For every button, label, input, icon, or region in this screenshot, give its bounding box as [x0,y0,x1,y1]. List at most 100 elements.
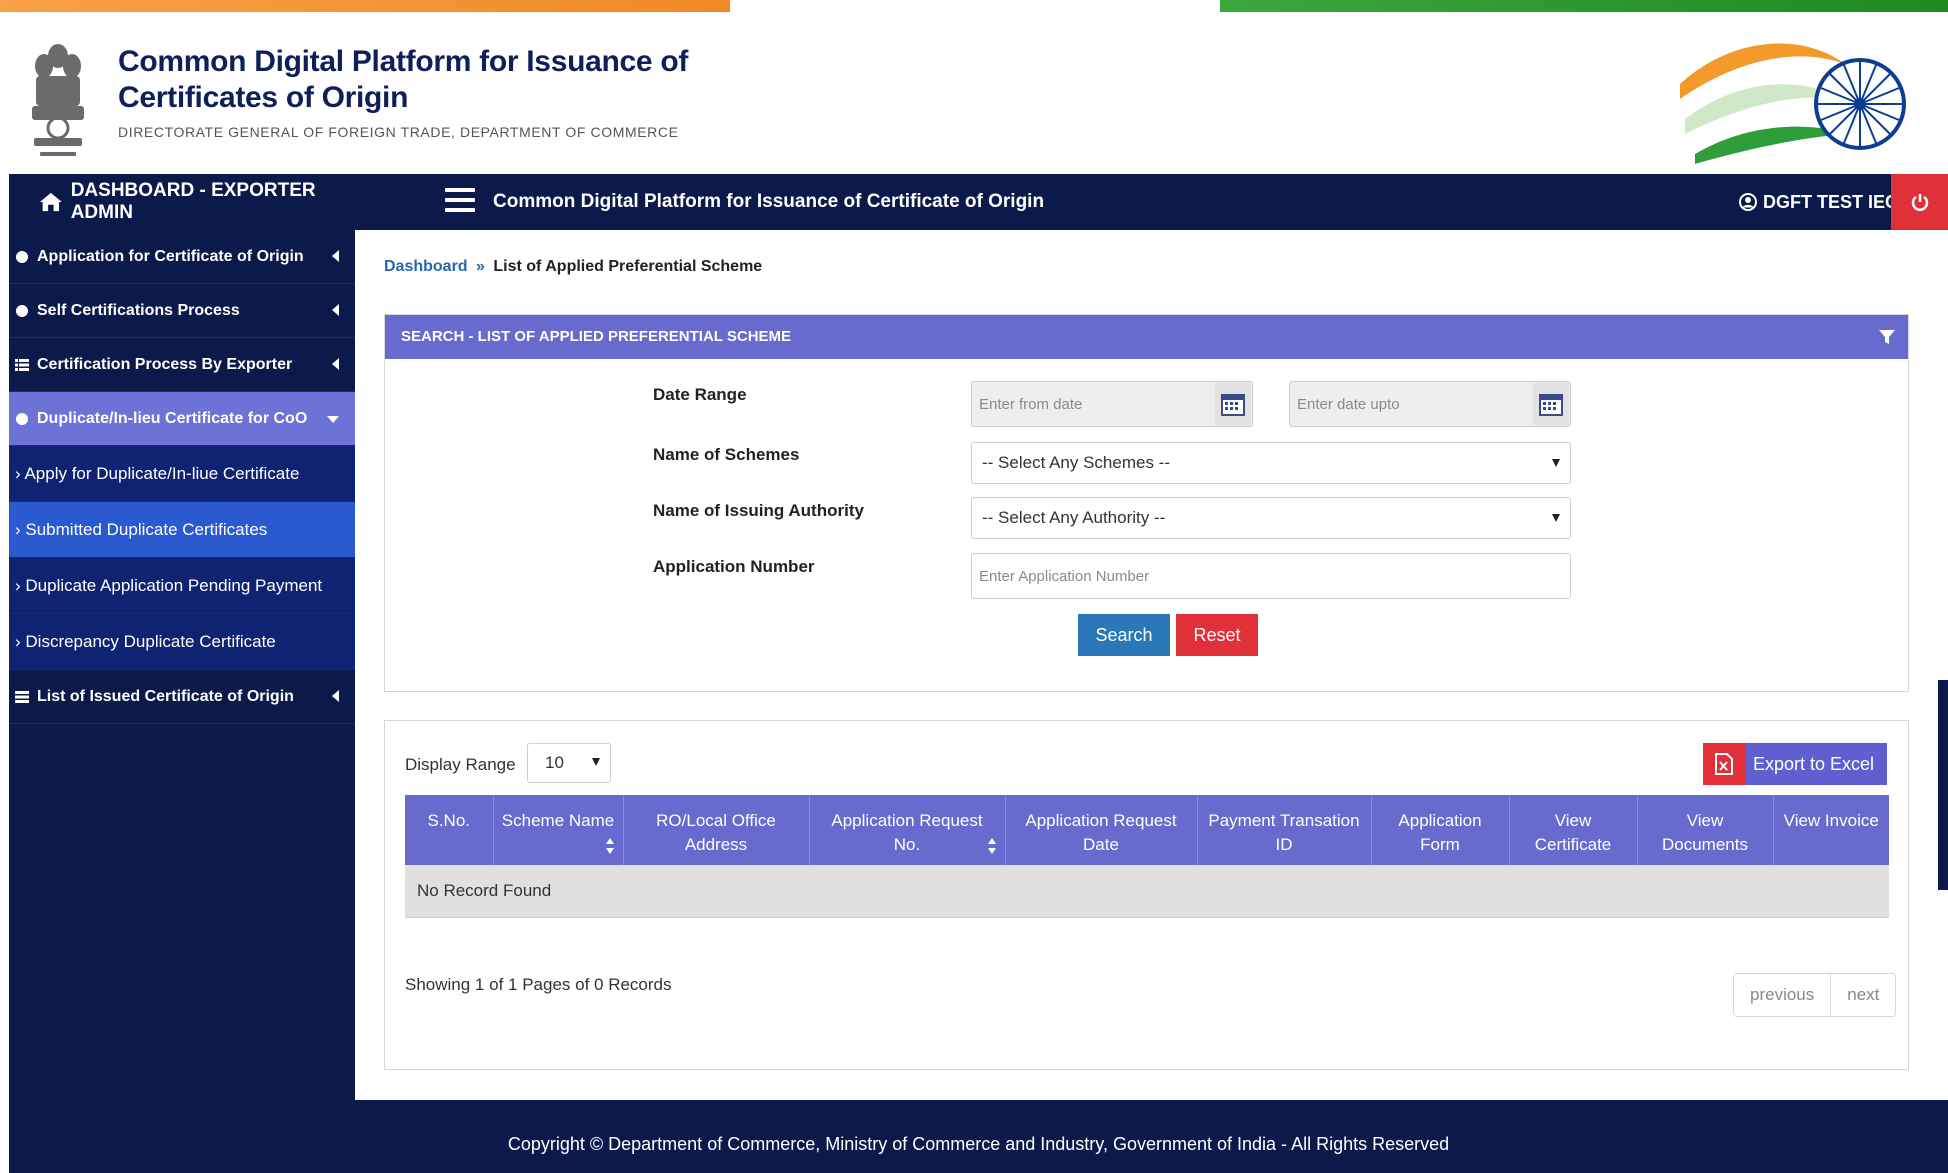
column-header-scheme-name[interactable]: Scheme Name [493,795,624,865]
display-range-select[interactable]: 10 [527,743,611,783]
site-title: Common Digital Platform for Issuance of … [118,44,688,116]
table-header-row: S.No. Scheme Name RO/Local Office Address… [405,795,1889,865]
sort-icon[interactable] [987,837,997,855]
footer: Copyright © Department of Commerce, Mini… [9,1100,1948,1173]
dashboard-link[interactable]: DASHBOARD - EXPORTER ADMIN [9,174,355,230]
white-band [730,0,1220,12]
authority-select-value: -- Select Any Authority -- [982,508,1166,527]
caret-down-icon [327,416,339,423]
sidebar-item-duplicate-certificate[interactable]: Duplicate/In-lieu Certificate for CoO [9,392,355,446]
from-date-input[interactable] [971,381,1253,427]
chevron-down-icon [1552,514,1560,522]
results-table: S.No. Scheme Name RO/Local Office Address… [405,795,1889,918]
site-title-line1: Common Digital Platform for Issuance of [118,45,689,78]
site-header: Common Digital Platform for Issuance of … [0,12,1948,174]
breadcrumb-separator: » [476,258,485,275]
results-panel: Display Range 10 Export to Excel S.No. S… [384,720,1909,1070]
excel-file-icon [1703,743,1745,785]
sidebar-subitem-apply-duplicate[interactable]: › Apply for Duplicate/In-liue Certificat… [9,446,355,502]
sidebar-subitem-submitted-duplicate[interactable]: › Submitted Duplicate Certificates [9,502,355,558]
chevron-down-icon [592,758,600,766]
reset-button[interactable]: Reset [1176,614,1258,656]
column-header-sno[interactable]: S.No. [405,795,494,865]
column-header-app-request-date[interactable]: Application Request Date [1005,795,1198,865]
table-row: No Record Found [405,865,1889,918]
schemes-select[interactable]: -- Select Any Schemes -- [971,442,1571,484]
upto-calendar-icon[interactable] [1533,383,1569,425]
sidebar-item-application-coo[interactable]: Application for Certificate of Origin [9,230,355,284]
site-subtitle: DIRECTORATE GENERAL OF FOREIGN TRADE, DE… [118,124,679,140]
sidebar-item-label: List of Issued Certificate of Origin [37,687,294,705]
export-excel-button[interactable]: Export to Excel [1703,743,1887,785]
breadcrumb: Dashboard » List of Applied Preferential… [384,258,762,276]
sidebar-item-label: Self Certifications Process [37,301,240,319]
date-range-label: Date Range [653,385,747,404]
caret-left-icon [332,250,339,262]
tricolor-strip [0,0,1948,12]
sidebar-item-label: Certification Process By Exporter [37,355,293,373]
breadcrumb-dashboard-link[interactable]: Dashboard [384,258,468,275]
sidebar-item-issued-certificates[interactable]: List of Issued Certificate of Origin [9,670,355,724]
state-emblem-icon [32,44,84,156]
filter-icon[interactable] [1878,328,1896,346]
upto-date-input[interactable] [1289,381,1571,427]
chevron-down-icon [1552,459,1560,467]
from-calendar-icon[interactable] [1215,383,1251,425]
export-excel-label: Export to Excel [1753,753,1875,774]
user-menu[interactable]: DGFT TEST IEC [1739,174,1898,230]
copyright-text: Copyright © Department of Commerce, Mini… [507,1134,1450,1154]
table-list-icon [15,690,29,703]
pagination: previous next [1733,973,1897,1017]
column-header-view-documents[interactable]: View Documents [1637,795,1774,865]
sidebar-item-certification-process[interactable]: Certification Process By Exporter [9,338,355,392]
pagination-summary: Showing 1 of 1 Pages of 0 Records [405,975,672,994]
sidebar-item-self-certifications[interactable]: Self Certifications Process [9,284,355,338]
sidebar: Application for Certificate of Origin Se… [9,230,355,1100]
authority-label: Name of Issuing Authority [653,501,864,520]
indian-flag-chakra-icon [1680,43,1906,164]
display-range-value: 10 [545,753,564,772]
search-panel: SEARCH - LIST OF APPLIED PREFERENTIAL SC… [384,314,1909,692]
column-header-ro-office[interactable]: RO/Local Office Address [623,795,810,865]
sidebar-subitem-discrepancy[interactable]: › Discrepancy Duplicate Certificate [9,614,355,670]
navbar-title: Common Digital Platform for Issuance of … [493,191,1045,212]
saffron-band [0,0,730,12]
column-header-payment-id[interactable]: Payment Transation ID [1197,795,1372,865]
display-range-label: Display Range [405,755,516,774]
breadcrumb-current: List of Applied Preferential Scheme [493,258,763,275]
previous-page-button[interactable]: previous [1734,974,1831,1016]
sidebar-subitem-pending-payment[interactable]: › Duplicate Application Pending Payment [9,558,355,614]
search-button[interactable]: Search [1078,614,1170,656]
list-icon [15,358,29,371]
caret-left-icon [332,690,339,702]
column-header-view-invoice[interactable]: View Invoice [1773,795,1889,865]
user-name: DGFT TEST IEC [1763,191,1898,212]
application-number-input[interactable] [971,553,1571,599]
caret-left-icon [332,304,339,316]
menu-toggle-icon[interactable] [445,188,475,216]
sort-icon[interactable] [605,837,615,855]
authority-select[interactable]: -- Select Any Authority -- [971,497,1571,539]
no-record-message: No Record Found [405,865,1889,918]
main-navbar: DASHBOARD - EXPORTER ADMIN Common Digita… [9,174,1948,230]
site-title-line2: Certificates of Origin [118,81,409,114]
sidebar-item-label: Application for Certificate of Origin [37,247,304,265]
green-band [1220,0,1948,12]
power-icon [1911,194,1928,211]
scrollbar-thumb[interactable] [1938,680,1948,890]
gear-icon [16,412,28,425]
column-header-app-request-no[interactable]: Application Request No. [809,795,1006,865]
dashboard-title: DASHBOARD - EXPORTER ADMIN [70,180,316,223]
search-panel-header: SEARCH - LIST OF APPLIED PREFERENTIAL SC… [385,315,1908,359]
caret-left-icon [332,358,339,370]
next-page-button[interactable]: next [1830,974,1896,1016]
column-header-view-certificate[interactable]: View Certificate [1509,795,1638,865]
schemes-label: Name of Schemes [653,445,800,464]
search-panel-title: SEARCH - LIST OF APPLIED PREFERENTIAL SC… [401,328,792,345]
logout-button[interactable] [1891,174,1948,230]
column-header-application-form[interactable]: Application Form [1371,795,1510,865]
user-circle-icon [1739,193,1757,211]
home-icon [39,192,62,212]
gear-icon [16,304,28,317]
gear-icon [16,250,28,263]
